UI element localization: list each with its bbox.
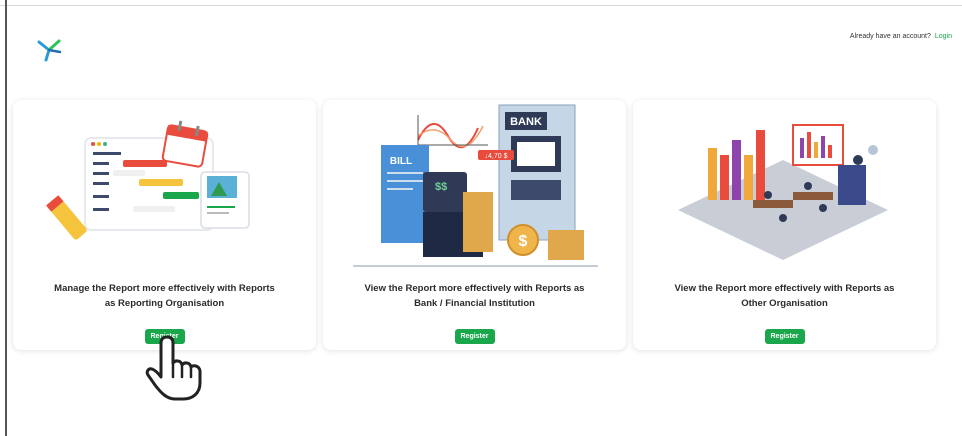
register-button-other-organisation[interactable]: Register [764,329,805,344]
left-border [5,0,7,436]
bank-finance-illustration: BANK BILL $$ ↓4,70 $ $ [353,104,598,267]
login-link[interactable]: Login [935,33,952,40]
card-title-line1: View the Report more effectively with Re… [364,283,585,294]
meeting-presentation-illustration [678,124,888,260]
price-drop-text: ↓4,70 $ [485,153,508,160]
card-title-line2: Bank / Financial Institution [414,298,535,309]
bill-text: BILL [390,156,412,167]
card-title: Manage the Report more effectively with … [33,281,296,311]
card-title: View the Report more effectively with Re… [343,281,606,311]
top-divider [0,5,962,6]
card-title-line2: as Reporting Organisation [104,298,225,309]
bank-sign-text: BANK [510,116,542,128]
register-button-bank-financial-institution[interactable]: Register [454,329,495,344]
app-logo[interactable] [36,38,62,62]
card-reporting-organisation: Manage the Report more effectively with … [13,100,316,350]
card-title-line1: View the Report more effectively with Re… [674,283,895,294]
account-prompt-text: Already have an account? [849,33,931,40]
svg-text:$: $ [519,233,528,250]
card-title-line1: Manage the Report more effectively with … [54,283,275,294]
card-title-line2: Other Organisation [741,298,828,309]
report-planning-illustration [46,120,250,240]
card-bank-financial-institution: BANK BILL $$ ↓4,70 $ $ View the Report m… [323,100,626,350]
hand-pointer-icon [145,335,202,401]
card-other-organisation: View the Report more effectively with Re… [633,100,936,350]
dollar-display-text: $$ [435,181,447,193]
login-prompt: Already have an account? Login [850,33,952,40]
card-title: View the Report more effectively with Re… [653,281,916,311]
